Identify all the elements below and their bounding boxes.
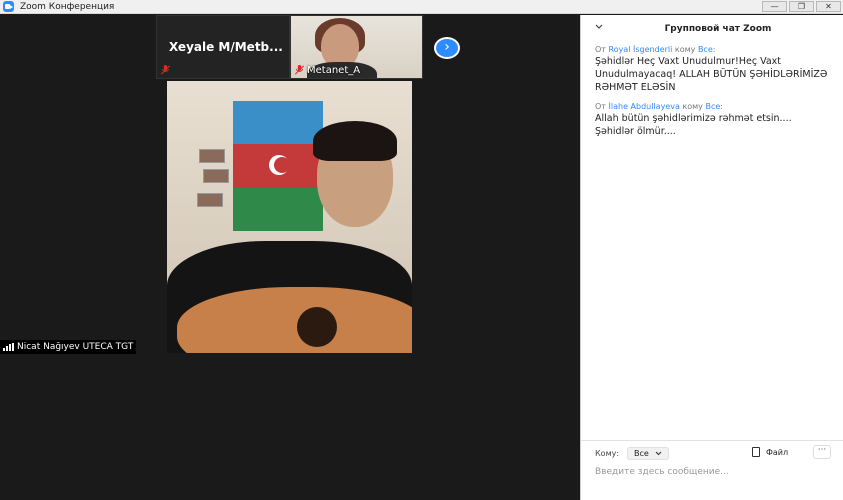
flag-stripe-green [233,188,323,231]
wall-picture [199,149,225,163]
crescent-icon [269,155,290,175]
recipient-name: Все: [705,102,723,111]
flag-image [233,101,323,231]
file-label: Файл [766,447,789,457]
message-input[interactable] [595,467,825,477]
recipient-name: Все: [697,45,716,54]
chat-message: От İlahe Abdullayeva кому Все: Allah büt… [581,102,843,138]
window-title: Zoom Конференция [20,1,115,12]
chevron-down-icon[interactable] [595,23,603,31]
wall-picture [203,169,229,183]
sender-name[interactable]: İlahe Abdullayeva [609,102,680,111]
message-meta: От Royal İsgenderli кому Все: [595,45,829,54]
recipient-row: Кому: Все [595,447,669,460]
speaker-name-tag: Nicat Nağıyev UTECA TGT [0,340,137,354]
zoom-logo-icon [3,1,14,12]
more-options-button[interactable]: ··· [813,445,831,459]
guitar-soundhole [297,307,337,347]
chevron-down-icon [655,451,662,456]
recipient-value: Все [634,449,649,458]
close-button[interactable]: ✕ [816,1,841,12]
participant-video-tile[interactable]: Metanet_A [290,15,423,79]
flag-stripe-red [233,144,323,188]
chat-title: Групповой чат Zoom [664,24,772,34]
to-label: Кому: [595,449,620,458]
to-prefix: кому [674,45,696,54]
message-text: Şəhidlər Heç Vaxt Unudulmur!Heç Vaxt Unu… [595,56,828,93]
window-controls: — ❐ ✕ [762,1,841,12]
video-area: Xeyale M/Metb... Metanet_A › Nicat Nağıy… [0,15,580,500]
signal-strength-icon [3,343,14,351]
message-meta: От İlahe Abdullayeva кому Все: [595,102,829,111]
restore-button[interactable]: ❐ [789,1,814,12]
active-speaker-video[interactable] [167,81,412,353]
from-prefix: От [595,102,606,111]
participant-name: Xeyale M/Metb... [169,40,283,54]
from-prefix: От [595,45,606,54]
title-bar: Zoom Конференция — ❐ ✕ [0,0,843,14]
muted-mic-icon [295,65,304,75]
participant-name: Metanet_A [307,65,361,76]
file-icon [752,447,760,457]
guitar-image [177,287,412,353]
minimize-button[interactable]: — [762,1,787,12]
flag-stripe-blue [233,101,323,144]
to-prefix: кому [682,102,703,111]
chat-header: Групповой чат Zoom [581,15,843,43]
chat-panel: Групповой чат Zoom От Royal İsgenderli к… [580,15,843,500]
chevron-right-icon: › [444,39,450,55]
recipient-select[interactable]: Все [627,447,669,460]
chat-message: От Royal İsgenderli кому Все: Şəhidlər H… [581,45,843,94]
chat-compose: Кому: Все Файл ··· [581,440,843,500]
participant-tile[interactable]: Xeyale M/Metb... [156,15,290,79]
speaker-hair [313,121,397,161]
sender-name[interactable]: Royal İsgenderli [609,45,673,54]
next-page-button[interactable]: › [434,37,460,59]
muted-mic-icon [161,65,170,75]
speaker-name: Nicat Nağıyev UTECA TGT [17,342,134,352]
wall-picture [197,193,223,207]
gallery-strip: Xeyale M/Metb... Metanet_A [156,15,424,79]
file-button[interactable]: Файл [752,447,788,457]
message-text: Allah bütün şəhidlərimizə rəhmət etsin..… [595,113,792,137]
